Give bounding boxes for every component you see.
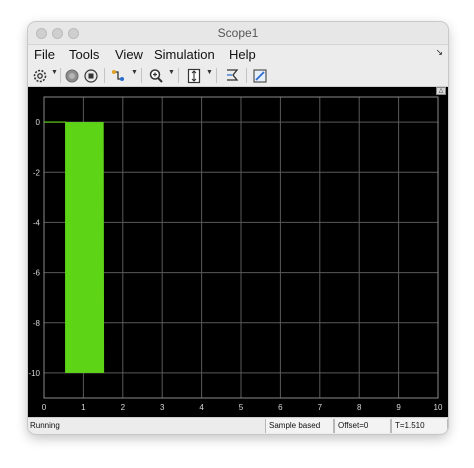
toolbar-separator (178, 68, 179, 83)
y-tick-label: -10 (28, 369, 40, 378)
x-tick-label: 1 (81, 403, 86, 412)
y-tick-label: -2 (33, 168, 41, 177)
run-icon[interactable] (64, 67, 80, 84)
scale-axes-icon[interactable] (186, 67, 202, 84)
toolbar-separator (104, 68, 105, 83)
signal-select-dropdown-icon[interactable]: ▼ (131, 69, 138, 76)
x-tick-label: 4 (199, 403, 204, 412)
x-tick-label: 10 (434, 403, 443, 412)
menu-help[interactable]: Help (229, 47, 256, 62)
y-tick-label: -6 (33, 269, 41, 278)
status-running: Running (30, 421, 60, 430)
scope-axes[interactable]: 0 1 2 3 4 5 6 7 8 9 10 0 -2 -4 -6 -8 -10 (28, 87, 448, 417)
x-tick-label: 9 (396, 403, 401, 412)
status-sample-mode: Sample based (265, 419, 334, 433)
toolbar-separator (141, 68, 142, 83)
signal-select-icon[interactable] (110, 67, 128, 84)
status-time: T=1.510 (391, 419, 448, 433)
y-tick-label: -8 (33, 319, 41, 328)
menu-bar: File Tools View Simulation Help ↘ (28, 45, 448, 65)
menu-tools[interactable]: Tools (69, 47, 99, 62)
plot-area[interactable]: 0 1 2 3 4 5 6 7 8 9 10 0 -2 -4 -6 -8 -10 (28, 87, 448, 417)
cursor-measure-icon[interactable] (224, 67, 240, 84)
status-offset: Offset=0 (334, 419, 391, 433)
toolbar-separator (216, 68, 217, 83)
stop-icon[interactable] (83, 67, 99, 84)
title-bar: Scope1 (28, 22, 448, 45)
y-tick-label: 0 (36, 118, 41, 127)
toolstrip-collapse-icon[interactable]: ↘ (435, 47, 443, 58)
undock-axes-icon[interactable]: △ (436, 87, 446, 95)
x-tick-label: 8 (357, 403, 362, 412)
y-tick-label: -4 (33, 218, 41, 227)
toolbar: ▼ ▼ ▼ ▼ (28, 65, 448, 87)
window-title: Scope1 (217, 26, 259, 40)
menu-view[interactable]: View (115, 47, 143, 62)
zoom-dropdown-icon[interactable]: ▼ (168, 69, 175, 76)
x-tick-label: 2 (121, 403, 126, 412)
menu-simulation[interactable]: Simulation (154, 47, 215, 62)
scale-axes-dropdown-icon[interactable]: ▼ (206, 69, 213, 76)
x-tick-label: 0 (42, 403, 47, 412)
x-tick-label: 5 (239, 403, 244, 412)
status-bar: Running Sample based Offset=0 T=1.510 (28, 417, 448, 434)
menu-file[interactable]: File (34, 47, 55, 62)
x-tick-label: 3 (160, 403, 165, 412)
x-tick-label: 7 (318, 403, 323, 412)
edit-style-icon[interactable] (252, 67, 268, 84)
toolbar-separator (60, 68, 61, 83)
settings-icon[interactable] (32, 67, 48, 84)
toolbar-separator (246, 68, 247, 83)
settings-dropdown-icon[interactable]: ▼ (51, 69, 58, 76)
zoom-icon[interactable] (148, 67, 164, 84)
x-tick-label: 6 (278, 403, 283, 412)
scope-window: Scope1 File Tools View Simulation Help ↘… (28, 22, 448, 434)
